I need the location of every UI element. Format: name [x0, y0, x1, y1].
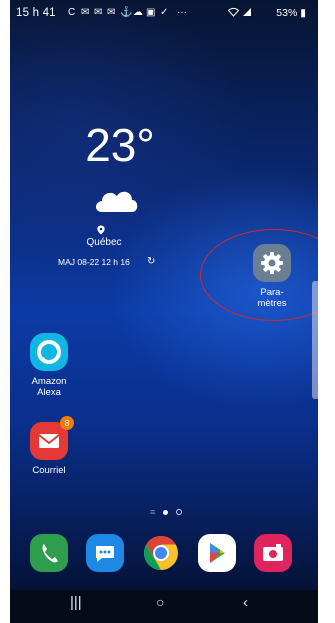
location-pin-icon: [97, 225, 105, 235]
phone-screen: 15 h 41 C ✉ ✉ ✉ ⚓ ☁ ▣ ✓ ··· 53% ▮ 23° Qu…: [10, 0, 318, 623]
usb-icon: ⚓: [120, 7, 133, 18]
home-button[interactable]: ○: [156, 594, 164, 610]
page-dot: [176, 509, 183, 515]
status-time: 15 h 41: [16, 7, 56, 19]
messages-icon[interactable]: [86, 534, 124, 572]
camera-icon[interactable]: [254, 534, 292, 572]
back-button[interactable]: ‹: [243, 594, 248, 611]
more-notifications: ···: [177, 7, 187, 18]
sync-icon: C: [68, 7, 76, 18]
image-icon: ▣: [146, 7, 156, 18]
alexa-app[interactable]: Amazon Alexa: [22, 333, 76, 398]
app-dock: [10, 534, 318, 576]
alexa-label: Amazon Alexa: [31, 376, 67, 398]
mail-label: Courriel: [32, 465, 66, 476]
weather-updated: MAJ 08-22 12 h 16: [58, 257, 130, 267]
page-indicator: ≡: [150, 507, 183, 517]
cloud-icon: [96, 191, 138, 212]
status-bar: 15 h 41 C ✉ ✉ ✉ ⚓ ☁ ▣ ✓ ··· 53% ▮: [10, 0, 318, 26]
battery-level: 53% ▮: [276, 7, 306, 19]
phone-icon[interactable]: [30, 534, 68, 572]
battery-text: 53%: [276, 7, 298, 19]
mail-icon: 8: [30, 416, 74, 460]
chrome-icon[interactable]: [142, 534, 180, 572]
play-store-icon[interactable]: [198, 534, 236, 572]
wifi-icon: [227, 7, 240, 21]
page-dot-active: [163, 509, 169, 515]
temperature: 23°: [85, 119, 155, 171]
mail-app[interactable]: 8 Courriel: [22, 416, 76, 476]
notification-badge: 8: [60, 416, 74, 430]
navigation-bar: ||| ○ ‹: [10, 590, 318, 623]
battery-icon: ▮: [300, 7, 306, 19]
mail-notification-icon-2: ✉: [94, 7, 103, 18]
signal-icon: [242, 7, 252, 21]
edge-panel-handle[interactable]: [312, 281, 318, 399]
weather-city: Québec: [86, 237, 122, 248]
alexa-icon: [30, 333, 68, 371]
recent-apps-button[interactable]: |||: [70, 594, 82, 611]
annotation-ellipse: [200, 229, 318, 321]
mail-notification-icon-3: ✉: [107, 7, 116, 18]
refresh-icon[interactable]: ↻: [147, 256, 155, 267]
download-done-icon: ✓: [160, 7, 169, 18]
mail-notification-icon: ✉: [81, 7, 90, 18]
menu-page-icon: ≡: [150, 507, 156, 517]
cloud-status-icon: ☁: [133, 7, 143, 18]
